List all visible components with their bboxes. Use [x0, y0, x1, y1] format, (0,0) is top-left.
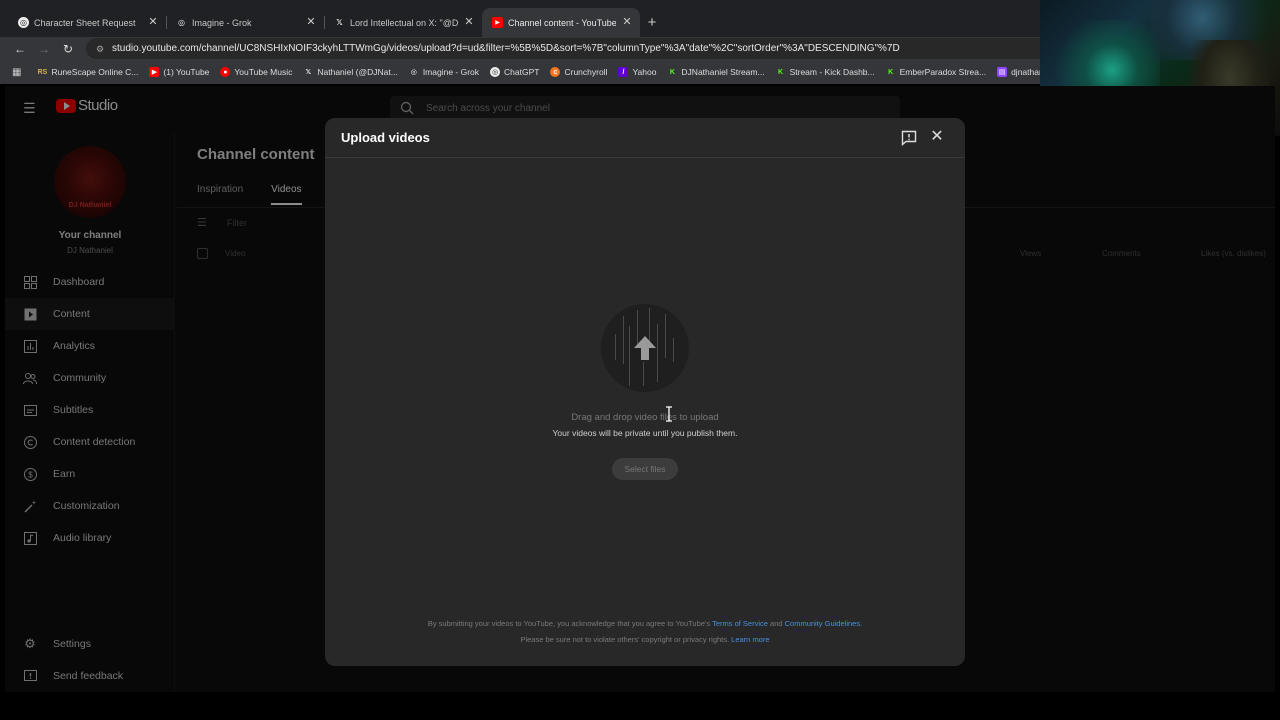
- bookmark[interactable]: ▤djnathanielrs3 - Twit...: [997, 67, 1040, 77]
- close-tab-icon[interactable]: ✕: [462, 15, 476, 29]
- crunchyroll-icon: c: [550, 67, 561, 77]
- decorative-streak: [665, 314, 666, 358]
- decorative-streak: [643, 362, 644, 386]
- tab-title: Character Sheet Request: [34, 17, 136, 28]
- select-files-button[interactable]: Select files: [612, 458, 678, 480]
- bookmark[interactable]: RS RuneScape Online C...: [37, 67, 139, 77]
- send-feedback-icon[interactable]: [901, 130, 917, 146]
- runescape-icon: RS: [37, 68, 48, 76]
- bookmark-label: YouTube Music: [234, 67, 293, 77]
- kick-icon: K: [669, 68, 675, 76]
- url-text: studio.youtube.com/channel/UC8NSHIxNOIF3…: [112, 43, 900, 54]
- bookmark[interactable]: ● YouTube Music: [220, 67, 292, 77]
- bookmarks-bar: ▦ RS RuneScape Online C... ▶ (1) YouTube ●…: [0, 60, 1040, 84]
- reload-icon[interactable]: ↻: [56, 42, 80, 56]
- dialog-header: Upload videos ✕: [325, 118, 965, 158]
- decorative-streak: [615, 334, 616, 360]
- bookmark[interactable]: ▶ (1) YouTube: [149, 67, 209, 77]
- kick-icon: K: [888, 68, 894, 76]
- bookmark-label: Crunchyroll: [564, 67, 608, 77]
- privacy-note: Your videos will be private until you pu…: [552, 428, 738, 438]
- apps-grid-icon[interactable]: ▦: [12, 67, 21, 78]
- bookmark[interactable]: ◎ Imagine - Grok: [409, 67, 479, 77]
- drag-drop-instructions: Drag and drop video files to upload: [571, 412, 719, 423]
- grok-icon: ◎: [410, 69, 417, 76]
- tab-title: Imagine - Grok: [192, 17, 252, 28]
- close-tab-icon[interactable]: ✕: [304, 15, 318, 29]
- bookmark[interactable]: / Yahoo: [618, 67, 656, 77]
- legal-text: By submitting your videos to YouTube, yo…: [427, 619, 713, 628]
- twitch-icon: ▤: [997, 67, 1008, 77]
- text-cursor-icon: [666, 406, 672, 422]
- learn-more-link[interactable]: Learn more: [731, 635, 769, 644]
- bookmark-label: Stream - Kick Dashb...: [789, 67, 875, 77]
- close-tab-icon[interactable]: ✕: [146, 15, 160, 29]
- site-info-icon[interactable]: ⚙: [96, 44, 106, 54]
- bookmark-label: EmberParadox Strea...: [899, 67, 987, 77]
- bookmark-label: djnathanielrs3 - Twit...: [1011, 67, 1040, 77]
- browser-tab[interactable]: ◎ Imagine - Grok ✕: [166, 8, 325, 37]
- bookmark[interactable]: K Stream - Kick Dashb...: [776, 67, 875, 77]
- legal-notice: By submitting your videos to YouTube, yo…: [325, 619, 965, 628]
- terms-of-service-link[interactable]: Terms of Service: [712, 619, 768, 628]
- legal-text: Please be sure not to violate others' co…: [520, 635, 732, 644]
- tab-title: Lord Intellectual on X: "@DJNat: [350, 17, 458, 28]
- grok-icon: ◎: [178, 18, 185, 27]
- bookmark[interactable]: K EmberParadox Strea...: [886, 67, 986, 77]
- legal-text: .: [860, 619, 863, 628]
- x-icon: 𝕏: [305, 69, 312, 76]
- browser-tab[interactable]: 𝕏 Lord Intellectual on X: "@DJNat ✕: [324, 8, 482, 37]
- bookmark-label: Nathaniel (@DJNat...: [317, 67, 398, 77]
- decorative-streak: [657, 324, 658, 382]
- bookmark-label: (1) YouTube: [163, 67, 210, 77]
- bookmark[interactable]: K DJNathaniel Stream...: [667, 67, 765, 77]
- legal-text: and: [767, 619, 785, 628]
- openai-icon: ◎: [18, 17, 29, 28]
- upload-videos-dialog: Upload videos ✕ Drag and drop video file…: [325, 118, 965, 666]
- youtube-music-icon: ●: [220, 67, 231, 77]
- new-tab-button[interactable]: +: [640, 8, 664, 37]
- x-icon: 𝕏: [336, 18, 343, 27]
- dialog-title: Upload videos: [341, 130, 430, 145]
- close-tab-icon[interactable]: ✕: [620, 15, 634, 29]
- browser-tab[interactable]: ◎ Character Sheet Request ✕: [8, 8, 167, 37]
- back-arrow-icon[interactable]: ←: [8, 42, 32, 56]
- bookmark-label: DJNathaniel Stream...: [681, 67, 765, 77]
- browser-tab-active[interactable]: ▶ Channel content - YouTube Stu ✕: [482, 8, 640, 37]
- upload-arrow-icon: [634, 336, 656, 360]
- forward-arrow-icon[interactable]: →: [32, 42, 56, 56]
- decorative-streak: [629, 326, 630, 386]
- decorative-streak: [673, 338, 674, 362]
- close-icon[interactable]: ✕: [929, 129, 945, 145]
- community-guidelines-link[interactable]: Community Guidelines: [785, 619, 860, 628]
- bookmark[interactable]: ◎ ChatGPT: [490, 67, 539, 77]
- youtube-studio-icon: ▶: [492, 17, 503, 28]
- bookmark-label: ChatGPT: [504, 67, 540, 77]
- bookmark-label: Imagine - Grok: [422, 67, 480, 77]
- chatgpt-icon: ◎: [490, 67, 501, 77]
- bookmark[interactable]: 𝕏 Nathaniel (@DJNat...: [303, 67, 398, 77]
- bookmark-label: RuneScape Online C...: [51, 67, 139, 77]
- browser-tab-strip: ◎ Character Sheet Request ✕ ◎ Imagine - …: [0, 0, 1040, 37]
- bookmark[interactable]: c Crunchyroll: [550, 67, 607, 77]
- screen-bottom-edge: [0, 692, 1280, 720]
- address-bar[interactable]: ⚙ studio.youtube.com/channel/UC8NSHIxNOI…: [86, 38, 1040, 59]
- yahoo-icon: /: [618, 67, 629, 77]
- youtube-icon: ▶: [149, 67, 160, 77]
- bookmark-label: Yahoo: [632, 67, 657, 77]
- kick-icon: K: [778, 68, 784, 76]
- upload-drop-zone[interactable]: [601, 304, 689, 392]
- tab-title: Channel content - YouTube Stu: [508, 17, 616, 28]
- legal-notice: Please be sure not to violate others' co…: [325, 635, 965, 644]
- screen: ◎ Character Sheet Request ✕ ◎ Imagine - …: [0, 0, 1280, 720]
- decorative-streak: [623, 316, 624, 364]
- browser-toolbar: ← → ↻ ⚙ studio.youtube.com/channel/UC8NS…: [0, 37, 1040, 60]
